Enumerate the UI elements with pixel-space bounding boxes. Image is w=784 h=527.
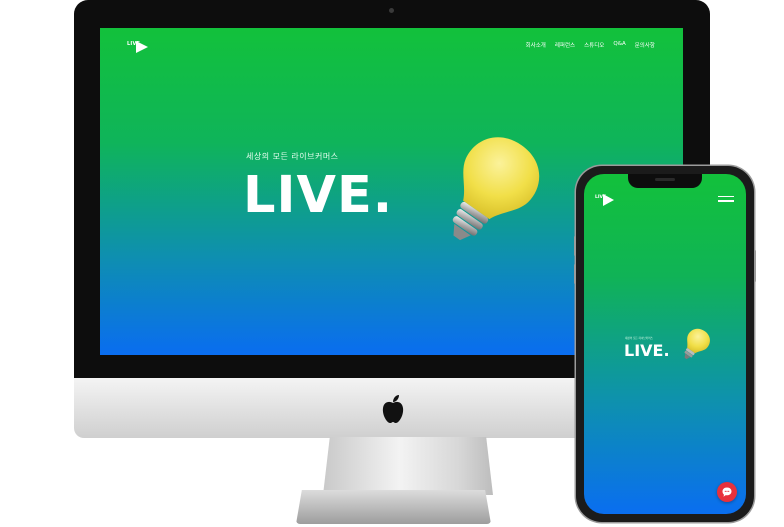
nav-item-company[interactable]: 회사소개 [526, 41, 546, 49]
mobile-screen: LIVE 세상의 모든 라이브커머스 LIVE. [584, 174, 746, 514]
hamburger-menu-icon[interactable] [718, 196, 734, 203]
chat-button[interactable] [717, 482, 737, 502]
hero-title: LIVE. [243, 166, 394, 225]
iphone-mockup: LIVE 세상의 모든 라이브커머스 LIVE. [574, 166, 756, 522]
imac-stand-base [296, 490, 491, 524]
play-logo-icon[interactable]: LIVE [595, 192, 615, 206]
imac-stand [323, 437, 493, 495]
hero-title: LIVE. [624, 341, 670, 360]
lightbulb-icon [426, 129, 546, 264]
camera-icon [389, 8, 394, 13]
nav-item-studio[interactable]: 스튜디오 [584, 41, 604, 49]
logo-text: LIVE [595, 195, 607, 200]
volume-button [574, 264, 576, 284]
volume-button [574, 236, 576, 256]
lightbulb-icon [676, 325, 712, 368]
chat-bubble-icon [722, 487, 732, 497]
play-logo-icon[interactable]: LIVE [127, 39, 149, 53]
hero-subtitle: 세상의 모든 라이브커머스 [246, 152, 339, 161]
nav-item-contact[interactable]: 문의사항 [635, 41, 655, 49]
notch [628, 174, 702, 188]
logo-text: LIVE [127, 41, 141, 47]
nav-item-reference[interactable]: 레퍼런스 [555, 41, 575, 49]
top-nav: 회사소개 레퍼런스 스튜디오 Q&A 문의사항 [526, 41, 655, 49]
speaker [655, 178, 675, 181]
hero-subtitle: 세상의 모든 라이브커머스 [625, 337, 653, 340]
power-button [754, 250, 756, 282]
nav-item-qna[interactable]: Q&A [613, 41, 625, 49]
apple-logo-icon [380, 394, 406, 424]
